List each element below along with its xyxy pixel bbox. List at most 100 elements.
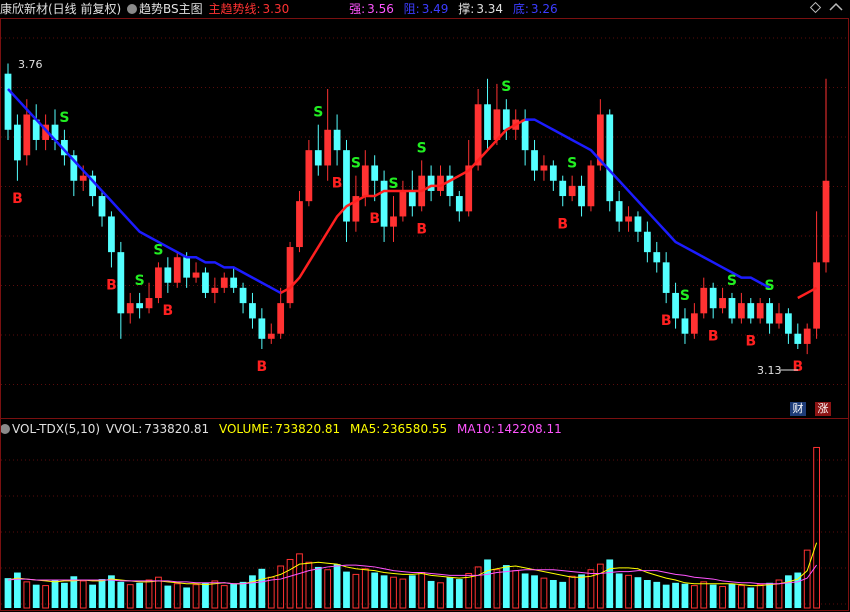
volume-bar — [662, 584, 670, 608]
volume-bar — [399, 578, 407, 609]
candle-body — [380, 180, 388, 227]
candle-body — [277, 303, 285, 334]
volume-bar — [249, 575, 256, 608]
buy-signal: B — [257, 359, 268, 375]
sell-signal: S — [567, 156, 577, 172]
sell-signal: S — [727, 273, 737, 289]
candle-body — [390, 216, 397, 227]
candle-body — [296, 201, 303, 248]
buy-signal: B — [332, 175, 343, 191]
sell-signal: S — [501, 79, 511, 95]
volume-bar — [136, 582, 144, 608]
high-price-label: 3.76 — [18, 58, 43, 71]
candle-body — [258, 318, 266, 339]
candle-body — [719, 298, 726, 309]
candle-body — [484, 104, 491, 140]
candle-body — [662, 262, 670, 293]
buy-signal: B — [557, 216, 568, 232]
candle-body — [211, 287, 219, 293]
rise-tag[interactable]: 涨 — [815, 402, 831, 416]
volume-bar — [192, 584, 200, 609]
volume-bar — [155, 576, 162, 609]
volume-bar — [559, 581, 567, 608]
volume-bar — [615, 573, 623, 608]
candle-body — [775, 313, 783, 324]
volume-bar — [568, 575, 576, 609]
volume-bar — [211, 580, 219, 609]
candle-body — [324, 129, 332, 166]
volume-bar — [709, 584, 717, 608]
volume-bar — [606, 559, 614, 608]
volume-bar — [314, 566, 322, 608]
buy-signal: B — [163, 303, 174, 319]
candle-body — [239, 287, 247, 304]
volume-bar — [23, 581, 31, 609]
volume-bar — [390, 576, 397, 609]
volume-bar — [512, 570, 520, 609]
candle-body — [672, 292, 679, 319]
volume-bar — [220, 585, 228, 609]
candle-body — [766, 303, 773, 324]
candle-body — [709, 287, 717, 309]
buy-signal: B — [416, 221, 427, 237]
volume-bar — [465, 572, 473, 609]
candle-body — [578, 185, 585, 207]
candle-body — [785, 313, 792, 334]
candle-body — [794, 333, 802, 344]
candle-body — [305, 150, 313, 202]
sell-signal: S — [388, 176, 398, 192]
volume-bar — [89, 584, 97, 608]
candle-body — [230, 277, 238, 288]
volume-bar — [484, 559, 491, 608]
finance-tag[interactable]: 财 — [790, 402, 806, 416]
candle-body — [559, 180, 567, 197]
candle-body — [192, 272, 200, 278]
volume-bar — [418, 572, 426, 609]
candle-body — [455, 196, 463, 212]
candle-body — [117, 252, 125, 314]
candle-body — [521, 119, 529, 151]
trend-line — [7, 88, 282, 295]
candle-body — [700, 287, 708, 314]
volume-bar — [653, 581, 661, 608]
volume-bar — [361, 568, 369, 609]
volume-bar — [596, 563, 604, 609]
candle-body — [164, 267, 172, 283]
volume-bar — [549, 580, 557, 608]
volume-bar — [634, 577, 642, 608]
candle-body — [286, 247, 294, 304]
volume-bar — [4, 578, 12, 608]
candle-body — [4, 73, 12, 130]
volume-bar — [371, 572, 379, 608]
buy-signal: B — [661, 313, 672, 329]
sell-signal: S — [59, 110, 69, 126]
buy-signal: B — [369, 211, 380, 227]
candle-body — [681, 318, 689, 334]
candle-body — [98, 196, 106, 217]
candle-body — [606, 114, 614, 202]
candle-body — [371, 165, 379, 181]
volume-bar — [117, 581, 125, 608]
volume-bar — [183, 587, 191, 608]
volume-bar — [681, 583, 689, 608]
candle-body — [493, 109, 501, 140]
volume-bar — [126, 584, 134, 609]
volume-bar — [408, 575, 416, 608]
candle-body — [220, 277, 228, 288]
volume-bar — [474, 566, 482, 609]
volume-bar — [32, 584, 40, 608]
volume-bar — [728, 583, 736, 608]
candle-body — [568, 185, 576, 197]
volume-bar — [643, 580, 651, 608]
volume-bar — [427, 580, 435, 608]
stock-chart[interactable]: SSSBBBBSSSSBBBSSBSS SBB BB3.763.13 — [0, 0, 850, 612]
candle-body — [822, 180, 830, 263]
candle-body — [267, 333, 275, 339]
buy-signal: B — [106, 277, 117, 293]
candle-body — [653, 252, 661, 263]
candle-body — [634, 216, 642, 232]
volume-bar — [737, 585, 745, 609]
volume-bar — [277, 565, 285, 609]
volume-bar — [61, 582, 68, 608]
volume-bar — [785, 575, 792, 608]
